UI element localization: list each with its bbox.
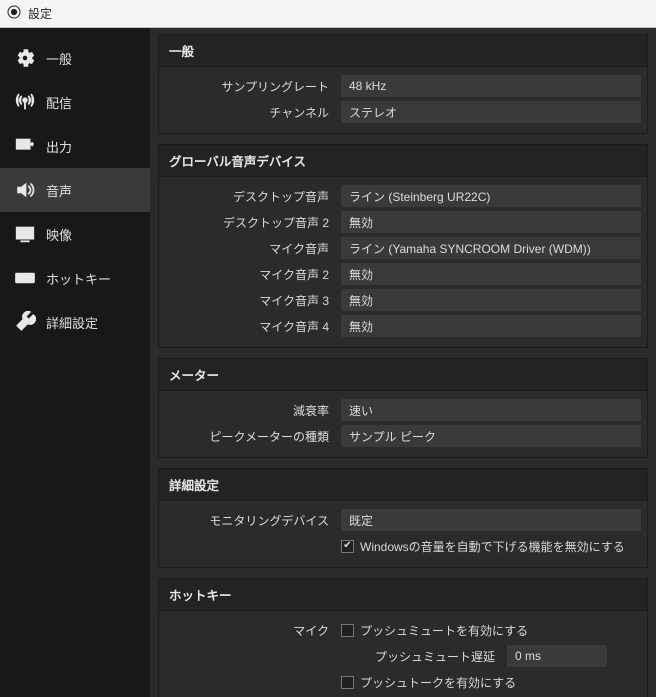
monitor-device-label: モニタリングデバイス <box>159 512 335 529</box>
sidebar: 一般 配信 出力 音声 映像 <box>0 28 150 697</box>
desktop-audio-select[interactable]: ライン (Steinberg UR22C) <box>341 185 641 207</box>
broadcast-icon <box>14 91 36 113</box>
mic-audio4-label: マイク音声 4 <box>159 318 335 335</box>
mic-push-mute-delay[interactable]: 0 ms <box>507 645 607 667</box>
section-header: グローバル音声デバイス <box>159 145 647 177</box>
desktop-audio2-select[interactable]: 無効 <box>341 211 641 233</box>
section-header: 詳細設定 <box>159 469 647 501</box>
monitor-device-select[interactable]: 既定 <box>341 509 641 531</box>
section-general: 一般 サンプリングレート 48 kHz チャンネル ステレオ <box>158 34 648 134</box>
sidebar-item-hotkeys[interactable]: ホットキー <box>0 256 150 300</box>
app-icon <box>6 4 22 23</box>
section-meters: メーター 減衰率 速い ピークメーターの種類 サンプル ピーク <box>158 358 648 458</box>
checkbox-icon <box>341 676 354 689</box>
sample-rate-select[interactable]: 48 kHz <box>341 75 641 97</box>
sidebar-item-label: 音声 <box>46 181 72 200</box>
sidebar-item-label: 詳細設定 <box>46 313 98 332</box>
mic-audio4-select[interactable]: 無効 <box>341 315 641 337</box>
push-mute-delay-label: プッシュミュート遅延 <box>341 648 501 665</box>
mic-push-mute-enable[interactable]: プッシュミュートを有効にする <box>341 619 641 641</box>
mic-audio2-select[interactable]: 無効 <box>341 263 641 285</box>
sidebar-item-output[interactable]: 出力 <box>0 124 150 168</box>
sidebar-item-label: 映像 <box>46 225 72 244</box>
decay-rate-label: 減衰率 <box>159 402 335 419</box>
sidebar-item-stream[interactable]: 配信 <box>0 80 150 124</box>
gear-icon <box>14 47 36 69</box>
channels-label: チャンネル <box>159 104 335 121</box>
section-devices: グローバル音声デバイス デスクトップ音声 ライン (Steinberg UR22… <box>158 144 648 348</box>
ducking-label: Windowsの音量を自動で下げる機能を無効にする <box>360 538 625 555</box>
sidebar-item-label: 配信 <box>46 93 72 112</box>
sidebar-item-label: 一般 <box>46 49 72 68</box>
decay-rate-select[interactable]: 速い <box>341 399 641 421</box>
sidebar-item-general[interactable]: 一般 <box>0 36 150 80</box>
sample-rate-label: サンプリングレート <box>159 78 335 95</box>
sidebar-item-audio[interactable]: 音声 <box>0 168 150 212</box>
sidebar-item-video[interactable]: 映像 <box>0 212 150 256</box>
sidebar-item-advanced[interactable]: 詳細設定 <box>0 300 150 344</box>
hotkey-mic-label: マイク <box>159 622 335 639</box>
section-advanced: 詳細設定 モニタリングデバイス 既定 Windowsの音量を自動で下げる機能を無… <box>158 468 648 568</box>
push-talk-enable-label: プッシュトークを有効にする <box>360 674 516 691</box>
mic-audio-label: マイク音声 <box>159 240 335 257</box>
desktop-audio-label: デスクトップ音声 <box>159 188 335 205</box>
push-mute-enable-label: プッシュミュートを有効にする <box>360 622 528 639</box>
speaker-icon <box>14 179 36 201</box>
section-header: ホットキー <box>159 579 647 611</box>
monitor-icon <box>14 223 36 245</box>
settings-content: 一般 サンプリングレート 48 kHz チャンネル ステレオ グローバル音声デバ… <box>150 28 656 697</box>
peak-type-select[interactable]: サンプル ピーク <box>341 425 641 447</box>
output-icon <box>14 135 36 157</box>
checkbox-icon <box>341 540 354 553</box>
keyboard-icon <box>14 267 36 289</box>
section-header: 一般 <box>159 35 647 67</box>
mic-push-talk-enable[interactable]: プッシュトークを有効にする <box>341 671 641 693</box>
mic-audio-select[interactable]: ライン (Yamaha SYNCROOM Driver (WDM)) <box>341 237 641 259</box>
sidebar-item-label: 出力 <box>46 137 72 156</box>
section-hotkeys: ホットキー マイク プッシュミュートを有効にする プッシュミュート遅延 0 ms <box>158 578 648 697</box>
desktop-audio2-label: デスクトップ音声 2 <box>159 214 335 231</box>
window-title: 設定 <box>28 5 52 22</box>
mic-audio2-label: マイク音声 2 <box>159 266 335 283</box>
wrench-icon <box>14 311 36 333</box>
titlebar: 設定 <box>0 0 656 28</box>
peak-type-label: ピークメーターの種類 <box>159 428 335 445</box>
channels-select[interactable]: ステレオ <box>341 101 641 123</box>
section-header: メーター <box>159 359 647 391</box>
checkbox-icon <box>341 624 354 637</box>
sidebar-item-label: ホットキー <box>46 269 111 288</box>
mic-audio3-select[interactable]: 無効 <box>341 289 641 311</box>
mic-audio3-label: マイク音声 3 <box>159 292 335 309</box>
ducking-checkbox-row[interactable]: Windowsの音量を自動で下げる機能を無効にする <box>341 535 641 557</box>
